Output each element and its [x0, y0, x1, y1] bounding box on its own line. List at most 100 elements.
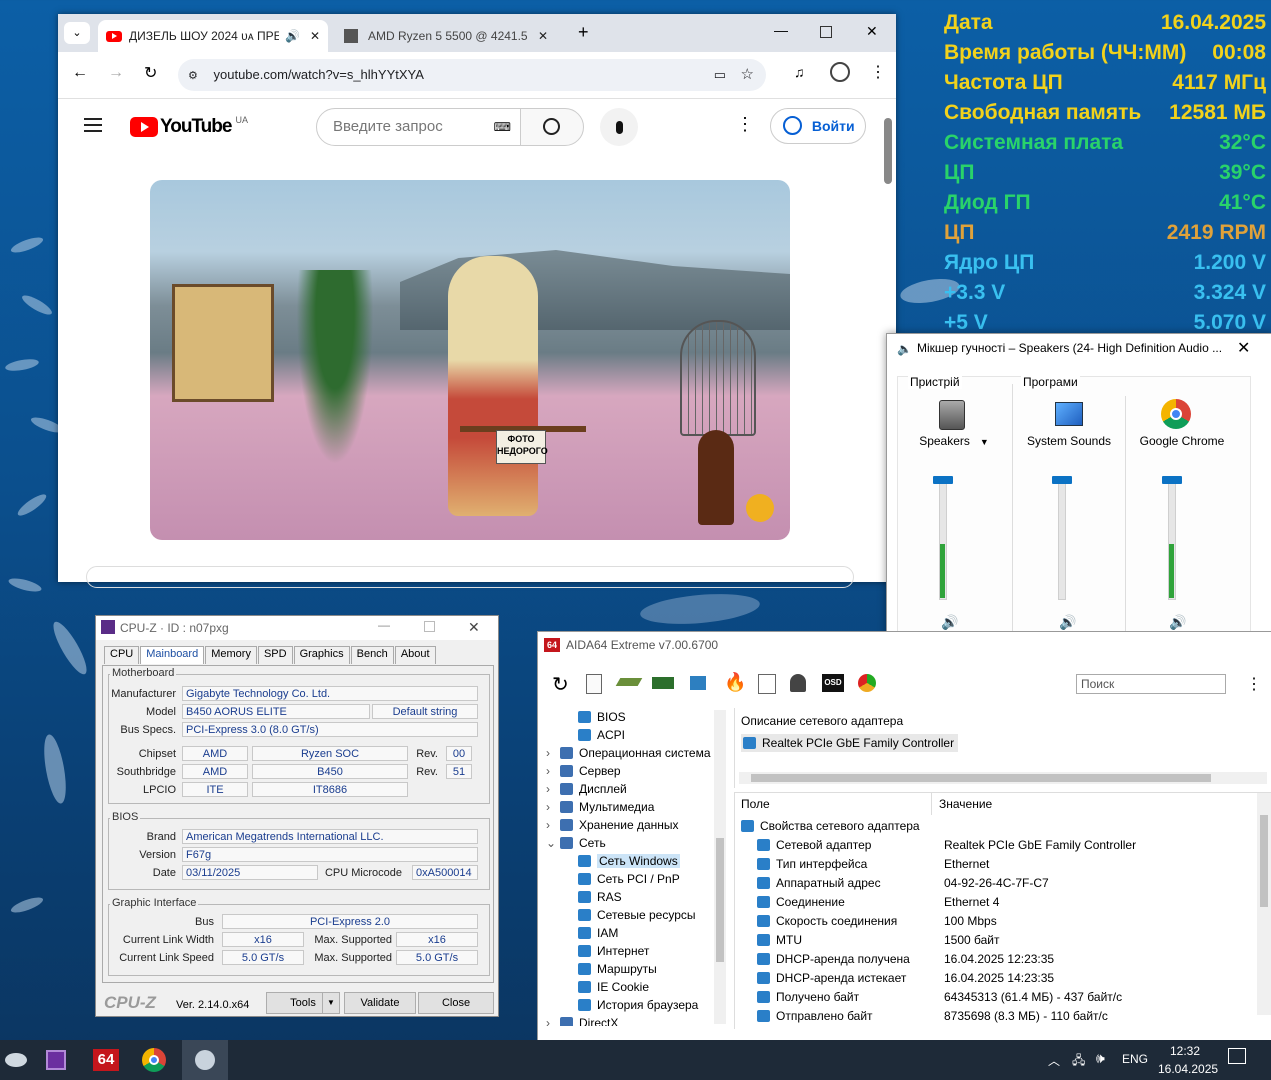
youtube-settings-icon[interactable]: ⋮: [736, 114, 754, 135]
validate-button[interactable]: Validate: [344, 992, 416, 1014]
tree-item[interactable]: › Мультимедиа: [546, 798, 654, 816]
install-app-icon[interactable]: ▭: [714, 59, 726, 91]
tree-expander-icon[interactable]: ›: [546, 780, 560, 798]
tree-expander-icon[interactable]: ›: [546, 744, 560, 762]
close-button[interactable]: ✕: [468, 619, 480, 636]
tab-audio-icon[interactable]: 🔊: [285, 29, 300, 43]
chrome-menu-icon[interactable]: ⋮: [870, 62, 886, 82]
hamburger-menu-icon[interactable]: [84, 118, 102, 132]
volume-slider[interactable]: [1058, 480, 1066, 600]
site-info-icon[interactable]: ⚙: [188, 70, 198, 82]
mute-speaker-icon[interactable]: 🔊: [941, 614, 958, 631]
keyboard-icon[interactable]: ⌨: [494, 109, 511, 145]
video-player[interactable]: ФОТО НЕДОРОГО: [150, 180, 790, 540]
maximize-button[interactable]: [424, 621, 435, 632]
tab-memory[interactable]: Memory: [205, 646, 257, 664]
aida64-icon[interactable]: 64: [90, 1044, 122, 1076]
tree-item[interactable]: RAS: [578, 888, 622, 906]
tree-item[interactable]: Интернет: [578, 942, 649, 960]
tree-item[interactable]: › Дисплей: [546, 780, 627, 798]
refresh-icon[interactable]: ↻: [552, 672, 569, 697]
reload-icon[interactable]: ↻: [144, 63, 157, 83]
tree-item[interactable]: › Сервер: [546, 762, 621, 780]
close-button[interactable]: ✕: [866, 23, 878, 40]
minimize-button[interactable]: —: [774, 22, 788, 38]
report-icon[interactable]: [586, 674, 602, 694]
mixer-close-icon[interactable]: ✕: [1237, 338, 1250, 358]
property-row[interactable]: DHCP-аренда истекает 16.04.2025 14:23:35: [735, 969, 1255, 988]
property-row[interactable]: Скорость соединения 100 Mbps: [735, 912, 1255, 931]
tab-close-icon[interactable]: ✕: [310, 29, 320, 43]
h-scrollbar[interactable]: [739, 772, 1267, 784]
property-row[interactable]: Отправлено байт 8735698 (8.3 МБ) - 110 ба…: [735, 1007, 1255, 1026]
tree-item[interactable]: BIOS: [578, 708, 626, 726]
address-bar[interactable]: ⚙ youtube.com/watch?v=s_hlhYYtXYA ▭ ☆: [178, 59, 766, 91]
network-tray-icon[interactable]: 🖧: [1072, 1051, 1085, 1072]
schedule-icon[interactable]: [758, 674, 776, 694]
tree-expander-icon[interactable]: ›: [546, 1014, 560, 1026]
youtube-logo[interactable]: YouTube UA: [130, 115, 248, 138]
tab-cpu[interactable]: CPU: [104, 646, 140, 664]
volume-tray-icon[interactable]: 🕪: [1096, 1050, 1105, 1067]
tree-item[interactable]: Маршруты: [578, 960, 657, 978]
dropdown-arrow-icon[interactable]: ▼: [980, 437, 989, 447]
volume-thumb[interactable]: [1052, 476, 1072, 484]
tab-graphics[interactable]: Graphics: [293, 646, 350, 664]
minimize-button[interactable]: —: [378, 618, 390, 632]
tree-item[interactable]: › Операционная система: [546, 744, 711, 762]
signin-button[interactable]: Войти: [770, 108, 866, 144]
tree-item[interactable]: IE Cookie: [578, 978, 649, 996]
tree-item[interactable]: ACPI: [578, 726, 625, 744]
property-row[interactable]: Сетевой адаптер Realtek PCIe GbE Family C…: [735, 836, 1255, 855]
gauge-icon[interactable]: [858, 674, 876, 692]
tree-item[interactable]: Сеть Windows: [578, 852, 680, 870]
back-icon[interactable]: ←: [72, 64, 88, 82]
tab-bench[interactable]: Bench: [350, 646, 394, 664]
column-header-field[interactable]: Поле: [735, 793, 932, 815]
new-tab-button[interactable]: +: [578, 22, 589, 43]
tab-about[interactable]: About: [394, 646, 436, 664]
page-scrollbar[interactable]: [884, 118, 892, 184]
mute-speaker-icon[interactable]: 🔊: [1169, 614, 1186, 631]
cpu-chip-icon[interactable]: [615, 678, 643, 686]
property-row[interactable]: Получено байт 64345313 (61.4 МБ) - 437 ба…: [735, 988, 1255, 1007]
language-indicator[interactable]: ENG: [1122, 1052, 1148, 1066]
tab-cpu-validator[interactable]: AMD Ryzen 5 5500 @ 4241.53 N ✕: [336, 20, 572, 52]
show-hidden-icons-icon[interactable]: ︿: [1048, 1052, 1060, 1069]
memory-icon[interactable]: [652, 677, 674, 689]
property-row[interactable]: Аппаратный адрес 04-92-26-4C-7F-C7: [735, 874, 1255, 893]
shark-icon[interactable]: [0, 1044, 32, 1076]
maximize-button[interactable]: [820, 26, 832, 38]
clock-date[interactable]: 16.04.2025: [1158, 1062, 1218, 1076]
close-app-button[interactable]: Close: [418, 992, 494, 1014]
voice-search-button[interactable]: [600, 108, 638, 146]
property-row[interactable]: MTU 1500 байт: [735, 931, 1255, 950]
tab-close-icon[interactable]: ✕: [538, 29, 548, 43]
youtube-search-button[interactable]: [520, 108, 584, 146]
aida-search-input[interactable]: Поиск: [1076, 674, 1226, 694]
property-row[interactable]: Тип интерфейса Ethernet: [735, 855, 1255, 874]
adapter-list-item[interactable]: Realtek PCIe GbE Family Controller: [741, 734, 959, 752]
tree-expander-icon[interactable]: ›: [546, 798, 560, 816]
bookmark-star-icon[interactable]: ☆: [741, 59, 754, 91]
tab-mainboard[interactable]: Mainboard: [140, 646, 205, 664]
tree-item[interactable]: ⌄ Сеть: [546, 834, 606, 852]
properties-group-row[interactable]: Свойства сетевого адаптера: [735, 817, 1255, 836]
osd-icon[interactable]: OSD: [822, 674, 844, 692]
tree-item[interactable]: Сеть PCI / PnP: [578, 870, 680, 888]
tree-expander-icon[interactable]: ›: [546, 816, 560, 834]
tab-spd[interactable]: SPD: [257, 646, 293, 664]
notifications-icon[interactable]: [1228, 1048, 1246, 1064]
tree-scrollbar[interactable]: [714, 710, 726, 1024]
tree-item[interactable]: › Хранение данных: [546, 816, 679, 834]
user-icon[interactable]: [790, 674, 806, 692]
property-row[interactable]: Соединение Ethernet 4: [735, 893, 1255, 912]
v-scrollbar[interactable]: [1257, 793, 1271, 1015]
forward-icon[interactable]: →: [108, 64, 124, 82]
tab-search-button[interactable]: ⌄: [64, 22, 90, 44]
volume-thumb[interactable]: [1162, 476, 1182, 484]
speaker-app-icon[interactable]: [182, 1040, 228, 1080]
aida-menu-icon[interactable]: ⋮: [1246, 674, 1262, 694]
media-controls-icon[interactable]: ♫: [794, 64, 805, 80]
clock-time[interactable]: 12:32: [1170, 1044, 1200, 1058]
